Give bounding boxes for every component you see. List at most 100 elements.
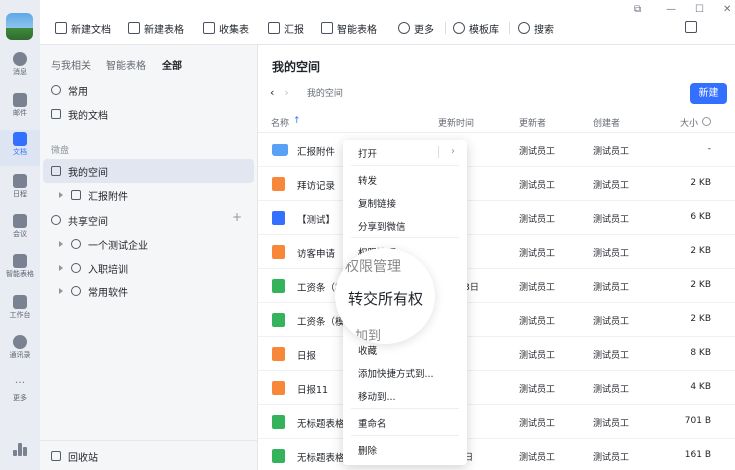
new-button[interactable]: 新建: [690, 83, 727, 104]
report-button[interactable]: 汇报: [268, 20, 304, 36]
tab-all[interactable]: 全部: [162, 57, 182, 72]
layout-icon[interactable]: [685, 21, 697, 33]
ppt-file-icon: [272, 245, 285, 259]
ppt-file-icon: [272, 177, 285, 191]
nav-recent[interactable]: 常用: [43, 78, 254, 102]
nav-my-space[interactable]: 我的空间: [43, 159, 254, 183]
col-updater[interactable]: 更新者: [519, 116, 546, 129]
document-icon: [13, 132, 27, 146]
col-size[interactable]: 大小: [680, 116, 698, 129]
search-button[interactable]: 搜索: [518, 20, 554, 36]
rail-calendar[interactable]: 日程: [0, 172, 40, 208]
new-sheet-icon: [128, 22, 140, 34]
nav-trash[interactable]: 回收站: [43, 444, 254, 468]
nav-shared-item[interactable]: 常用软件: [43, 279, 254, 303]
file-creator: 测试员工: [593, 317, 630, 327]
pin-window-icon[interactable]: ⧉: [634, 4, 641, 15]
nav-my-docs-label: 我的文档: [68, 110, 108, 122]
menu-copy-link[interactable]: 复制链接: [358, 196, 396, 210]
rail-contacts[interactable]: 通讯录: [0, 333, 40, 369]
expand-arrow-icon[interactable]: [59, 241, 63, 247]
more-button[interactable]: 更多: [398, 20, 434, 36]
folder-icon: [71, 190, 81, 200]
table-row[interactable]: 无标题表格6月19日测试员工测试员工161 B: [258, 439, 735, 470]
workbench-icon: [13, 295, 27, 309]
expand-arrow-icon[interactable]: [59, 288, 63, 294]
smart-sheet-button[interactable]: 智能表格: [321, 20, 377, 36]
form-button[interactable]: 收集表: [203, 20, 249, 36]
menu-share-wechat[interactable]: 分享到微信: [358, 219, 406, 233]
file-creator: 测试员工: [593, 385, 630, 395]
template-icon: [453, 22, 465, 34]
file-list-area: 我的空间 ‹ › 我的空间 新建 名称 ↑ 更新时间 更新者 创建者 大小 汇报…: [258, 45, 735, 470]
table-row[interactable]: 拜访记录4月3日测试员工测试员工2 KB: [258, 167, 735, 201]
menu-forward[interactable]: 转发: [358, 173, 377, 187]
rail-workbench[interactable]: 工作台: [0, 293, 40, 329]
nav-shared-item-label: 入职培训: [88, 264, 128, 276]
tab-smart-sheet[interactable]: 智能表格: [106, 57, 146, 72]
file-name: 无标题表格: [297, 419, 345, 430]
table-row[interactable]: 工资条（模 测试员工 测试员工 2 KB: [258, 303, 735, 337]
forward-icon[interactable]: ›: [284, 86, 288, 99]
rail-messages[interactable]: 消息: [0, 50, 40, 86]
col-creator[interactable]: 创建者: [593, 116, 620, 129]
add-shared-space-icon[interactable]: +: [232, 210, 242, 224]
file-creator: 测试员工: [593, 147, 630, 157]
new-doc-label: 新建文档: [71, 24, 111, 36]
nav-shared-space[interactable]: 共享空间 +: [43, 208, 254, 232]
menu-add-shortcut[interactable]: 添加快捷方式到...: [358, 366, 434, 380]
col-updated[interactable]: 更新时间: [438, 116, 474, 129]
file-creator: 测试员工: [593, 181, 630, 191]
back-icon[interactable]: ‹: [270, 86, 274, 99]
menu-add-to[interactable]: 加到: [355, 325, 381, 344]
magnifier-lens: 权限管理 转交所有权 加到: [335, 248, 435, 344]
menu-transfer-owner[interactable]: 转交所有权: [348, 288, 423, 309]
close-icon[interactable]: ✕: [723, 4, 731, 15]
menu-move-to[interactable]: 移动到...: [358, 389, 396, 403]
table-row[interactable]: 日报1137测试员工测试员工4 KB: [258, 371, 735, 405]
report-label: 汇报: [284, 24, 304, 36]
chevron-right-icon[interactable]: ›: [451, 146, 455, 157]
nav-my-docs[interactable]: 我的文档: [43, 102, 254, 126]
nav-shared-item[interactable]: 入职培训: [43, 256, 254, 280]
cube-icon: [71, 263, 81, 273]
rail-smart-sheet[interactable]: 智能表格: [0, 252, 40, 288]
menu-rename[interactable]: 重命名: [358, 416, 387, 430]
tab-related[interactable]: 与我相关: [51, 57, 91, 72]
rail-more[interactable]: ··· 更多: [0, 376, 40, 412]
table-row[interactable]: 汇报附件4月3日测试员工测试员工-: [258, 133, 735, 167]
nav-my-space-label: 我的空间: [68, 167, 108, 179]
menu-favorite[interactable]: 收藏: [358, 343, 377, 357]
rail-label: 会议: [13, 230, 27, 238]
new-sheet-button[interactable]: 新建表格: [128, 20, 184, 36]
sort-asc-icon[interactable]: ↑: [293, 116, 301, 126]
info-icon[interactable]: [702, 117, 711, 126]
table-row[interactable]: 工资条（模12月23日测试员工测试员工2 KB: [258, 269, 735, 303]
menu-open[interactable]: 打开: [358, 146, 377, 160]
nav-shared-item[interactable]: 一个测试企业: [43, 232, 254, 256]
user-avatar[interactable]: [6, 13, 33, 40]
new-doc-button[interactable]: 新建文档: [55, 20, 111, 36]
breadcrumb-item[interactable]: 我的空间: [307, 86, 343, 99]
file-updater: 测试员工: [519, 453, 556, 463]
minimize-icon[interactable]: —: [666, 4, 676, 15]
expand-arrow-icon[interactable]: [59, 192, 63, 198]
file-updater: 测试员工: [519, 283, 556, 293]
table-row[interactable]: 【测试】前测试员工测试员工6 KB: [258, 201, 735, 235]
stats-icon[interactable]: [13, 443, 27, 456]
table-row[interactable]: 日报4月3日测试员工测试员工8 KB: [258, 337, 735, 371]
rail-mail[interactable]: 邮件: [0, 91, 40, 127]
rail-meeting[interactable]: 会议: [0, 212, 40, 248]
col-name[interactable]: 名称: [271, 116, 289, 129]
report-icon: [268, 22, 280, 34]
rail-documents[interactable]: 文档: [0, 130, 40, 166]
smart-sheet-icon: [13, 254, 27, 268]
maximize-icon[interactable]: ☐: [695, 4, 704, 15]
menu-delete[interactable]: 删除: [358, 443, 377, 457]
expand-arrow-icon[interactable]: [59, 265, 63, 271]
table-row[interactable]: 访客申请4月3日测试员工测试员工2 KB: [258, 235, 735, 269]
nav-folder-reports[interactable]: 汇报附件: [43, 183, 254, 207]
table-row[interactable]: 无标题表格4月3日测试员工测试员工701 B: [258, 405, 735, 439]
rail-label: 工作台: [9, 311, 31, 319]
templates-button[interactable]: 模板库: [453, 20, 499, 36]
